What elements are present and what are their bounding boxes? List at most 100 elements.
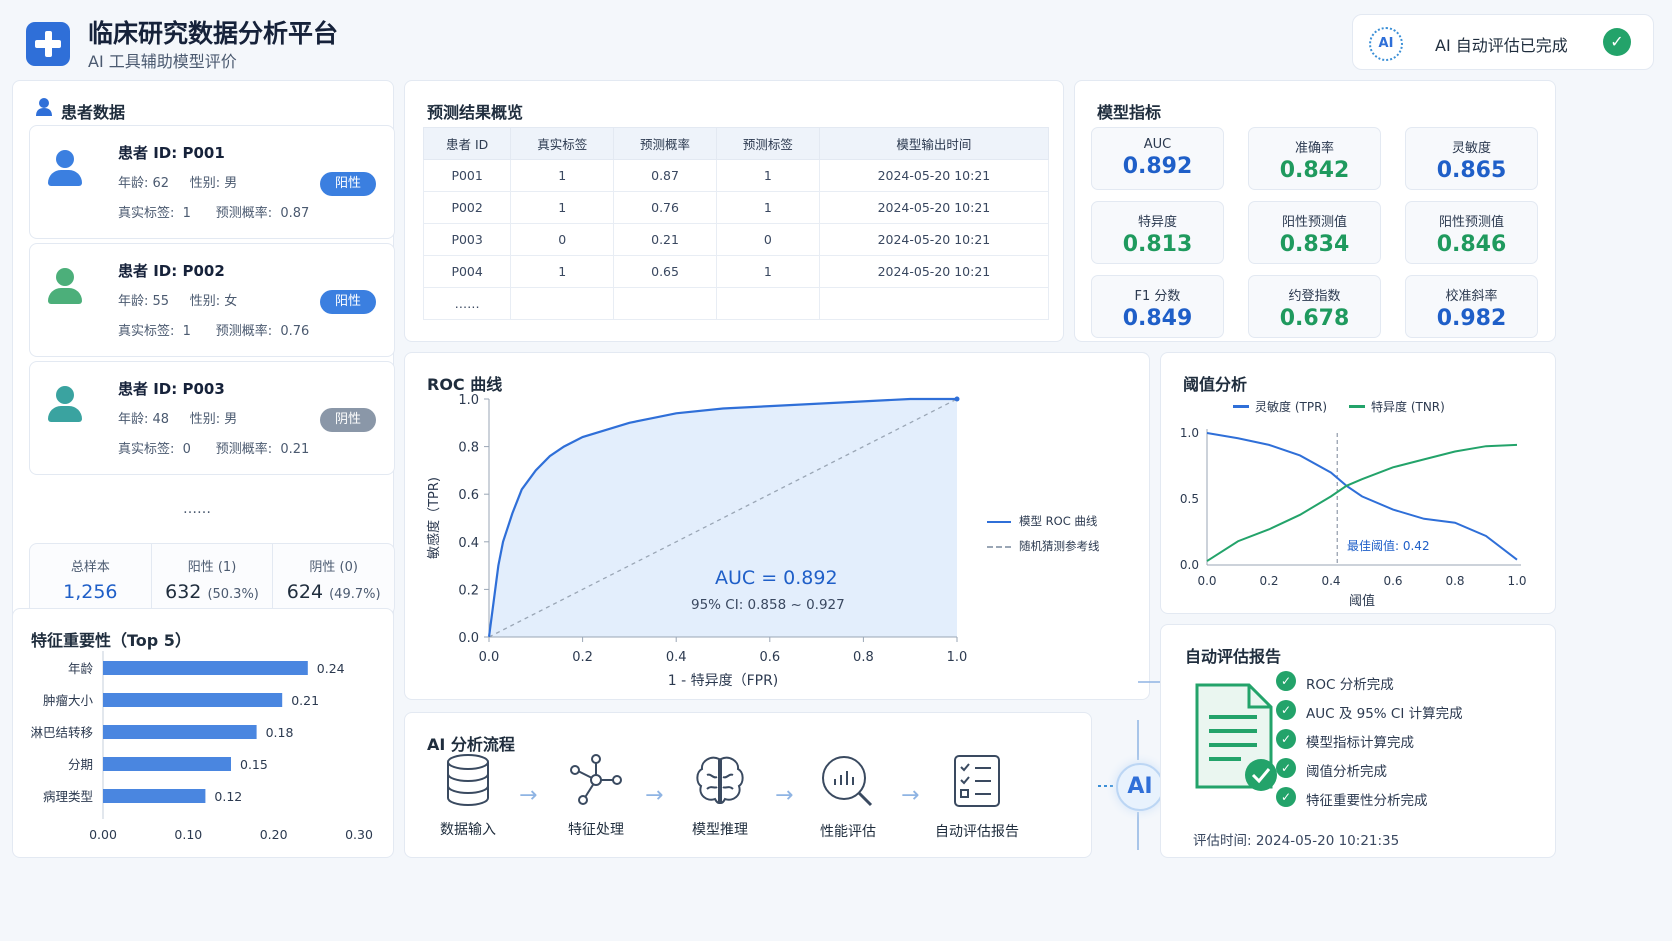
legend-random-label: 随机猜测参考线 xyxy=(1019,539,1100,553)
status-badge: 阳性 xyxy=(320,290,376,314)
flow-arrow-icon: → xyxy=(519,783,538,808)
report-panel-title: 自动评估报告 xyxy=(1185,647,1282,666)
flow-step-label: 性能评估 xyxy=(820,824,876,840)
table-cell: 0.76 xyxy=(613,191,717,224)
bar-value-label: 0.18 xyxy=(266,725,294,740)
y-axis-title: 敏感度（TPR) xyxy=(426,477,442,559)
metric-label: AUC xyxy=(1143,137,1172,152)
x-tick-label: 0.0 xyxy=(479,650,500,665)
check-icon: ✓ xyxy=(1276,787,1296,807)
category-label: 分期 xyxy=(68,757,93,772)
metric-card: AUC 0.892 xyxy=(1091,127,1224,190)
patient-demographics: 年龄: 62 性别: 男 xyxy=(118,176,238,191)
y-tick-label: 1.0 xyxy=(458,393,479,408)
patient-labels: 真实标签: 0 预测概率: 0.21 xyxy=(118,442,310,457)
patient-panel: 患者数据 患者 ID: P001 年龄: 62 性别: 男真实标签: 1 预测概率… xyxy=(12,80,395,642)
metric-value: 0.846 xyxy=(1436,232,1507,257)
metric-card: 阳性预测值 0.834 xyxy=(1248,201,1381,264)
table-row[interactable]: P001 1 0.87 1 2024-05-20 10:21 xyxy=(422,159,1050,192)
flow-step-evaluation: 性能评估 xyxy=(793,753,903,841)
ci-label: 95% CI: 0.858 ~ 0.927 xyxy=(691,597,845,613)
report-item-label: ROC 分析完成 xyxy=(1306,677,1394,693)
table-cell: 1 xyxy=(715,191,820,224)
metric-value: 0.813 xyxy=(1122,232,1193,257)
ai-status-text: AI 自动评估已完成 xyxy=(1435,36,1568,55)
table-cell: P004 xyxy=(422,255,512,288)
report-item-label: AUC 及 95% CI 计算完成 xyxy=(1306,706,1463,722)
x-tick-label: 0.2 xyxy=(572,650,593,665)
check-icon: ✓ xyxy=(1603,28,1631,56)
network-nodes-icon xyxy=(570,754,622,805)
table-row[interactable]: …… xyxy=(422,287,1050,320)
x-tick-label: 0.30 xyxy=(345,827,373,842)
legend-model-label: 模型 ROC 曲线 xyxy=(1019,514,1098,528)
app-subtitle: AI 工具辅助模型评价 xyxy=(88,52,237,71)
table-row[interactable]: P004 1 0.65 1 2024-05-20 10:21 xyxy=(422,255,1050,288)
patient-card[interactable]: 患者 ID: P003 年龄: 48 性别: 男真实标签: 0 预测概率: 0.2… xyxy=(29,361,395,475)
patient-card[interactable]: 患者 ID: P001 年龄: 62 性别: 男真实标签: 1 预测概率: 0.8… xyxy=(29,125,395,239)
patient-avatar-icon xyxy=(48,386,82,424)
status-badge: 阴性 xyxy=(320,408,376,432)
app-title: 临床研究数据分析平台 xyxy=(88,19,339,48)
legend-model-swatch xyxy=(987,521,1011,523)
patient-labels: 真实标签: 1 预测概率: 0.76 xyxy=(118,324,310,339)
table-row[interactable]: P002 1 0.76 1 2024-05-20 10:21 xyxy=(422,191,1050,224)
metric-label: 特异度 xyxy=(1137,215,1177,230)
check-icon: ✓ xyxy=(1276,700,1296,720)
report-item: ✓ 阈值分析完成 xyxy=(1276,758,1387,780)
table-cell: P001 xyxy=(422,159,512,192)
x-tick-label: 0.10 xyxy=(174,827,202,842)
threshold-panel: 阈值分析 灵敏度 (TPR) 特异度 (TNR) 0.0 0.2 0.4 0.6 0.8… xyxy=(1160,352,1556,614)
best-threshold-label: 最佳阈值: 0.42 xyxy=(1347,539,1430,553)
bar-value-label: 0.21 xyxy=(291,693,319,708)
table-cell: P002 xyxy=(422,191,512,224)
status-badge: 阳性 xyxy=(320,172,376,196)
ai-badge-icon: AI xyxy=(1369,27,1403,61)
report-item: ✓ ROC 分析完成 xyxy=(1276,671,1394,693)
database-icon xyxy=(447,754,489,806)
prediction-table: 患者 ID 真实标签 预测概率 预测标签 模型输出时间 P001 1 0.87 1 2024-0… xyxy=(422,127,1050,320)
metric-label: 阳性预测值 xyxy=(1438,215,1504,230)
report-item: ✓ 特征重要性分析完成 xyxy=(1276,787,1428,809)
table-header-cell: 预测标签 xyxy=(715,127,820,160)
table-row[interactable]: P003 0 0.21 0 2024-05-20 10:21 xyxy=(422,223,1050,256)
check-icon: ✓ xyxy=(1276,729,1296,749)
threshold-chart: 0.0 0.2 0.4 0.6 0.8 1.0 0.0 0.5 1.0 阈值 xyxy=(1180,426,1527,609)
flow-step-label: 数据输入 xyxy=(440,822,496,838)
feature-panel: 特征重要性（Top 5） 年龄 0.24 肿瘤大小 0.21 淋巴结转移 0.18 分期 0.… xyxy=(12,608,394,858)
x-tick-label: 0.6 xyxy=(1383,574,1402,588)
metric-label: 准确率 xyxy=(1294,141,1334,156)
legend-random-swatch xyxy=(987,546,1011,548)
patient-demographics: 年龄: 55 性别: 女 xyxy=(118,294,238,309)
flow-step-report: 自动评估报告 xyxy=(917,753,1037,841)
y-tick-label: 1.0 xyxy=(1180,426,1199,440)
metric-label: 校准斜率 xyxy=(1445,289,1498,304)
more-ellipsis: …… xyxy=(183,501,211,517)
table-cell: …… xyxy=(422,287,512,320)
table-cell: 1 xyxy=(510,159,615,192)
feature-bar xyxy=(103,757,231,771)
x-tick-label: 0.4 xyxy=(1321,574,1340,588)
table-header-cell: 模型输出时间 xyxy=(818,127,1050,160)
patient-card[interactable]: 患者 ID: P002 年龄: 55 性别: 女真实标签: 1 预测概率: 0.7… xyxy=(29,243,395,357)
flow-step-label: 模型推理 xyxy=(692,822,748,838)
table-cell: 0.87 xyxy=(613,159,717,192)
table-cell: 1 xyxy=(715,255,820,288)
patient-demographics: 年龄: 48 性别: 男 xyxy=(118,412,238,427)
y-tick-label: 0.5 xyxy=(1180,492,1199,506)
metrics-panel-title: 模型指标 xyxy=(1097,103,1162,122)
metric-card: 约登指数 0.678 xyxy=(1248,275,1381,338)
check-icon: ✓ xyxy=(1276,671,1296,691)
table-cell: 1 xyxy=(715,159,820,192)
metric-card: 特异度 0.813 xyxy=(1091,201,1224,264)
metric-card: 校准斜率 0.982 xyxy=(1405,275,1538,338)
metric-label: 灵敏度 xyxy=(1451,141,1491,156)
feature-bar xyxy=(103,661,308,675)
table-cell xyxy=(613,287,717,320)
flow-step-data-input: 数据输入 xyxy=(413,753,523,839)
table-cell: 2024-05-20 10:21 xyxy=(818,159,1050,192)
report-item-label: 模型指标计算完成 xyxy=(1306,735,1414,751)
metric-value: 0.849 xyxy=(1122,306,1193,331)
flow-step-feature: 特征处理 xyxy=(541,753,651,839)
x-tick-label: 0.00 xyxy=(89,827,117,842)
